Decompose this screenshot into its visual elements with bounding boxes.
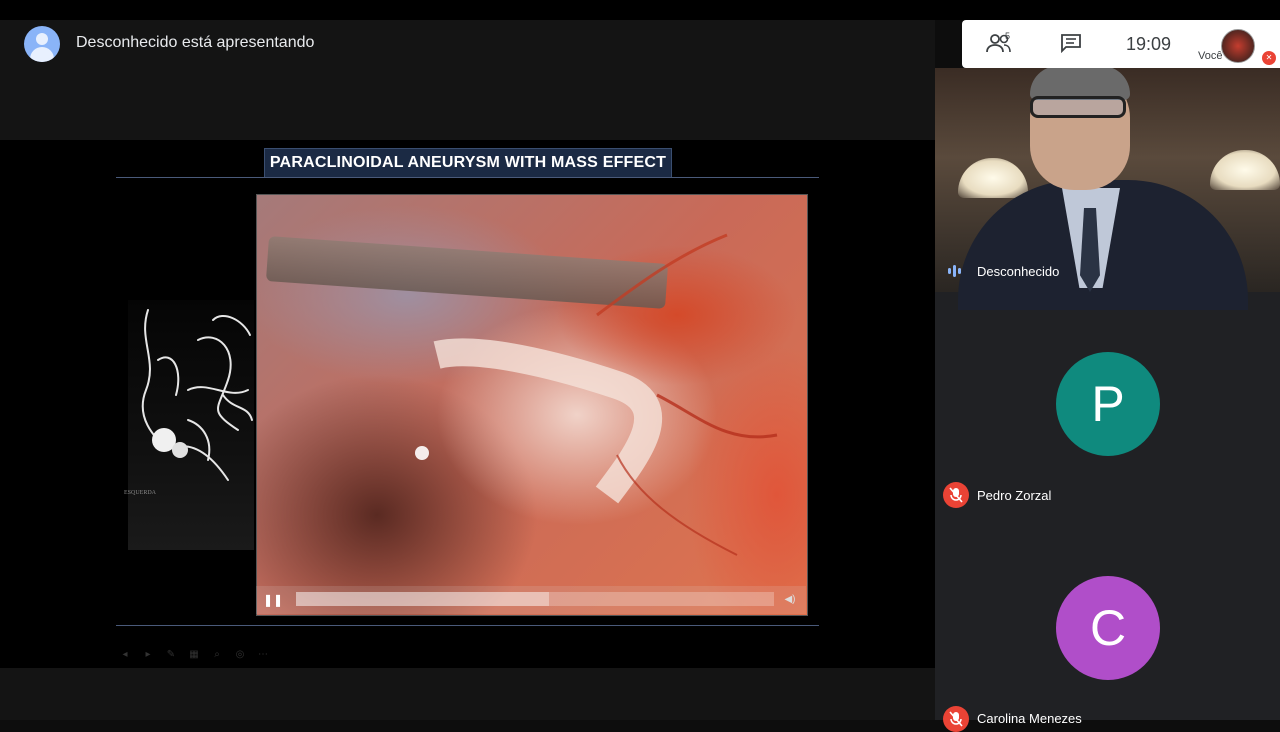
slides-icon[interactable]: ▦ (187, 648, 201, 662)
mic-off-icon (943, 482, 969, 508)
chat-icon[interactable] (1060, 33, 1082, 54)
mic-off-icon (943, 706, 969, 732)
top-strip (0, 0, 1280, 20)
speaker-glasses (1030, 96, 1126, 118)
participant-avatar: P (1056, 352, 1160, 456)
previous-icon[interactable]: ◂ (118, 648, 132, 662)
participant-avatar: C (1056, 576, 1160, 680)
participant-name: Pedro Zorzal (977, 488, 1052, 503)
video-seekbar[interactable] (296, 592, 774, 606)
speaker-hair (1030, 66, 1130, 100)
speaking-indicator-icon (948, 264, 964, 278)
self-avatar[interactable] (1221, 29, 1255, 63)
slide-title: PARACLINOIDAL ANEURYSM WITH MASS EFFECT (264, 148, 672, 178)
bottom-strip (0, 668, 935, 720)
slide-toolbar: ◂ ▸ ✎ ▦ ⌕ ◎ ⋯ (118, 648, 270, 664)
slide-divider-bottom (116, 625, 819, 626)
slide-divider-top (116, 177, 819, 178)
self-mic-off-icon[interactable]: ✕ (1262, 51, 1276, 65)
more-icon[interactable]: ⋯ (256, 648, 270, 662)
volume-icon[interactable]: ◀) (780, 590, 800, 610)
zoom-icon[interactable]: ⌕ (210, 648, 224, 662)
people-icon[interactable] (986, 32, 1016, 54)
pen-icon[interactable]: ✎ (164, 648, 178, 662)
pause-button[interactable]: ❚❚ (262, 590, 284, 610)
presenter-avatar-icon (24, 26, 60, 62)
presenting-banner-text: Desconhecido está apresentando (76, 34, 315, 51)
settings-icon[interactable]: ◎ (233, 648, 247, 662)
participant-name: Desconhecido (977, 264, 1060, 279)
next-icon[interactable]: ▸ (141, 648, 155, 662)
video-seekbar-progress (296, 592, 550, 606)
meeting-clock: 19:09 (1126, 34, 1172, 54)
participant-name: Carolina Menezes (977, 711, 1082, 726)
surgical-video[interactable] (256, 194, 808, 616)
participant-count: 5 (1005, 31, 1011, 41)
self-label: Você (1198, 50, 1223, 62)
angiogram-image (128, 300, 254, 550)
angiogram-caption: ESQUERDA (124, 490, 157, 496)
